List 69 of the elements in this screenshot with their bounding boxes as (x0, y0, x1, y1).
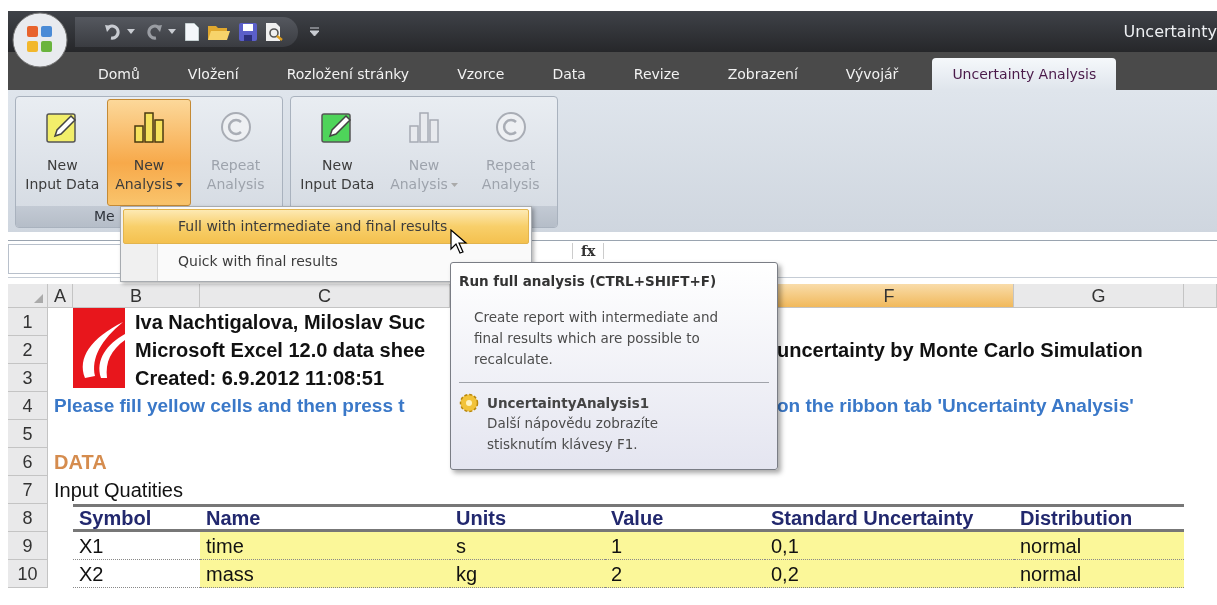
window-title: Uncertainty (1123, 22, 1217, 41)
refresh-icon (493, 110, 528, 144)
ribbon-tab[interactable]: Vložení (163, 58, 263, 90)
refresh-icon (218, 110, 253, 144)
ribbon-tab[interactable]: Rozložení stránky (262, 58, 434, 90)
redo-icon[interactable] (144, 22, 164, 41)
customize-toolbar-icon[interactable] (310, 27, 319, 36)
header-text: Microsoft Excel 12.0 data shee (134, 338, 426, 363)
corner-triangle-icon (34, 294, 43, 303)
table-cell[interactable]: normal (1014, 560, 1184, 588)
ribbon-tab[interactable]: Vzorce (433, 58, 529, 90)
column-header[interactable]: G (1014, 284, 1184, 308)
addin-name: UncertaintyAnalysis1 (487, 395, 650, 411)
row-header[interactable]: 9 (8, 532, 48, 560)
table-cell[interactable]: 1 (605, 532, 765, 560)
undo-icon[interactable] (103, 22, 123, 41)
row-header[interactable]: 4 (8, 392, 48, 420)
menu-item[interactable]: Full with intermediate and final results (123, 209, 529, 244)
row-header[interactable]: 2 (8, 336, 48, 364)
table-cell[interactable]: s (450, 532, 605, 560)
print-preview-icon[interactable] (266, 22, 284, 41)
gear-icon (459, 393, 479, 413)
table-cell[interactable]: 0,2 (765, 560, 1014, 588)
ribbon-tab[interactable]: Domů (74, 58, 164, 90)
ribbon-tab[interactable]: Uncertainty Analysis (932, 58, 1117, 90)
dropdown-arrow-icon[interactable] (127, 29, 135, 34)
mouse-pointer-icon (450, 229, 468, 255)
help-text: Další nápovědu zobrazíte stisknutím klávesy F1. (487, 414, 660, 454)
tooltip-description: Create report with intermediate and final results which are possible to recalculate. (474, 308, 720, 369)
table-cell[interactable]: mass (200, 560, 450, 588)
row-header[interactable]: 8 (8, 504, 48, 532)
instruction-text: on the ribbon tab 'Uncertainty Analysis' (776, 394, 1134, 418)
section-heading: DATA (53, 450, 107, 475)
ribbon-button[interactable]: New Input Data (295, 99, 380, 206)
column-heading: Symbol (73, 504, 200, 532)
table-cell[interactable]: time (200, 532, 450, 560)
row-header[interactable]: 5 (8, 420, 48, 448)
tooltip-title: Run full analysis (CTRL+SHIFT+F) (459, 273, 718, 289)
subtitle-text: Input Quatities (53, 478, 184, 503)
bar-chart-icon (407, 110, 441, 144)
ribbon-button[interactable]: New Input Data (20, 99, 105, 206)
header-text: Iva Nachtigalova, Miloslav Suc (134, 310, 426, 335)
column-header[interactable]: B (73, 284, 200, 308)
column-header[interactable]: C (200, 284, 450, 308)
table-cell[interactable]: 0,1 (765, 532, 1014, 560)
column-header[interactable]: A (48, 284, 73, 308)
table-cell[interactable]: 2 (605, 560, 765, 588)
group-label: Me (94, 208, 115, 224)
table-cell[interactable]: normal (1014, 532, 1184, 560)
row-header[interactable]: 3 (8, 364, 48, 392)
row-header[interactable]: 10 (8, 560, 48, 588)
row-header[interactable]: 6 (8, 448, 48, 476)
ribbon-button[interactable]: New Analysis (106, 99, 192, 206)
new-document-icon[interactable] (185, 22, 199, 41)
row-header[interactable]: 1 (8, 308, 48, 336)
column-heading: Standard Uncertainty (765, 504, 1014, 532)
title-text: uncertainty by Monte Carlo Simulation (776, 338, 1143, 363)
ribbon-tab[interactable]: Vývojář (821, 58, 923, 90)
column-heading: Name (200, 504, 450, 532)
ribbon-tab[interactable]: Zobrazení (703, 58, 822, 90)
ribbon-tab[interactable]: Revize (609, 58, 704, 90)
table-cell[interactable]: kg (450, 560, 605, 588)
row-header[interactable]: 7 (8, 476, 48, 504)
dropdown-arrow-icon[interactable] (168, 29, 176, 34)
header-text: Created: 6.9.2012 11:08:51 (134, 366, 385, 391)
save-icon[interactable] (239, 22, 257, 41)
instruction-text: Please fill yellow cells and then press t (53, 394, 405, 418)
ribbon-tab[interactable]: Data (528, 58, 610, 90)
bar-chart-icon (132, 110, 166, 144)
